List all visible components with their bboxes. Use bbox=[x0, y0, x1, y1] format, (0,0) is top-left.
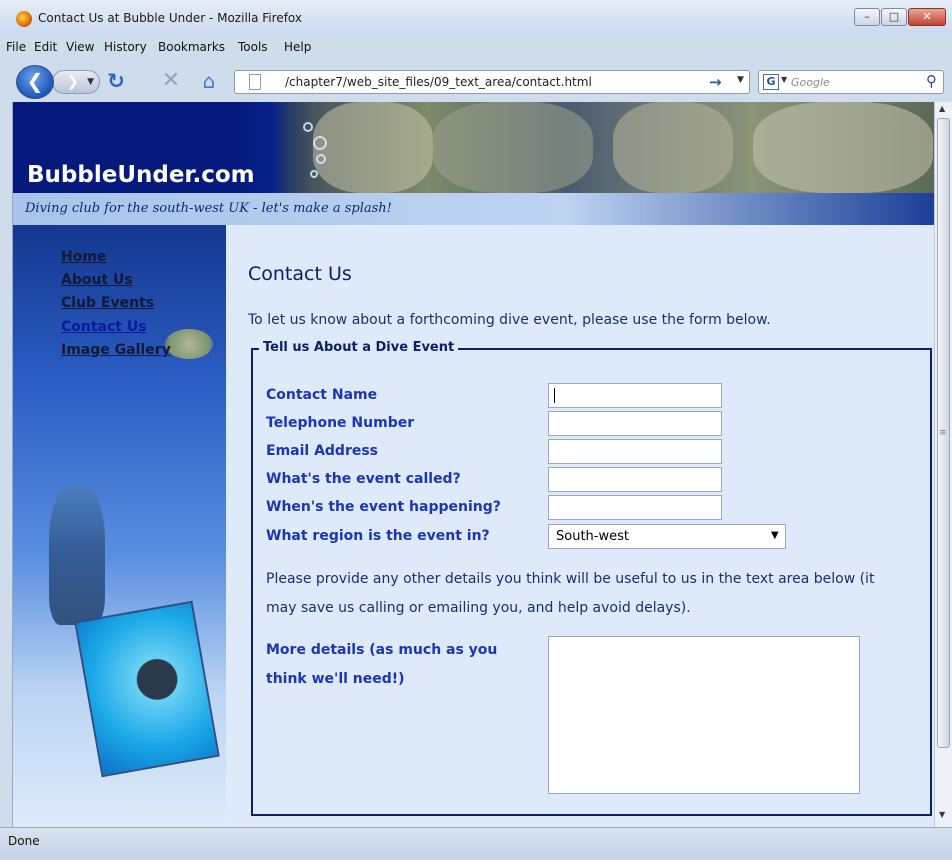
search-bar[interactable]: G ▼ Google ⚲ bbox=[758, 70, 944, 94]
page-viewport: BubbleUnder.com Diving club for the sout… bbox=[12, 102, 934, 827]
text-caret bbox=[554, 388, 555, 403]
maximize-button[interactable]: □ bbox=[881, 8, 907, 26]
google-engine-icon[interactable]: G bbox=[763, 74, 779, 90]
scroll-up-arrow-icon[interactable]: ▲ bbox=[939, 104, 945, 113]
url-history-dropdown-icon[interactable]: ▼ bbox=[737, 75, 744, 85]
main-content: Contact Us To let us know about a forthc… bbox=[226, 225, 934, 827]
status-text: Done bbox=[8, 834, 40, 848]
event-date-label: When's the event happening? bbox=[266, 499, 501, 515]
url-text[interactable]: /chapter7/web_site_files/09_text_area/co… bbox=[285, 75, 592, 89]
menu-tools[interactable]: Tools bbox=[238, 40, 268, 54]
event-name-input[interactable] bbox=[548, 467, 722, 492]
coral-image bbox=[753, 102, 933, 193]
more-details-label: More details (as much as you think we'll… bbox=[266, 642, 498, 687]
event-date-input[interactable] bbox=[548, 495, 722, 520]
page-icon bbox=[249, 74, 261, 90]
menu-history[interactable]: History bbox=[104, 40, 147, 54]
contact-name-input[interactable] bbox=[548, 383, 722, 408]
menu-help[interactable]: Help bbox=[284, 40, 311, 54]
contact-name-label: Contact Name bbox=[266, 387, 378, 403]
bubble-decoration bbox=[310, 170, 318, 178]
address-bar[interactable]: /chapter7/web_site_files/09_text_area/co… bbox=[234, 70, 750, 94]
reload-icon[interactable]: ↻ bbox=[104, 70, 128, 94]
page-title: Contact Us bbox=[248, 263, 352, 285]
vertical-scrollbar[interactable]: ▲ ≡ ▼ bbox=[934, 102, 952, 827]
menu-bookmarks[interactable]: Bookmarks bbox=[158, 40, 225, 54]
telephone-input[interactable] bbox=[548, 411, 722, 436]
status-bar: Done bbox=[0, 827, 952, 860]
nav-link-club-events[interactable]: Club Events bbox=[61, 295, 154, 311]
menu-edit[interactable]: Edit bbox=[34, 40, 57, 54]
bubble-decoration bbox=[316, 154, 326, 164]
region-selected-value: South-west bbox=[556, 529, 629, 544]
home-icon[interactable]: ⌂ bbox=[198, 70, 220, 94]
search-placeholder[interactable]: Google bbox=[791, 76, 830, 89]
more-details-textarea[interactable] bbox=[548, 636, 860, 794]
stop-icon[interactable]: ✕ bbox=[160, 70, 182, 94]
engine-dropdown-icon[interactable]: ▼ bbox=[781, 75, 787, 84]
nav-link-image-gallery[interactable]: Image Gallery bbox=[61, 342, 171, 358]
region-label: What region is the event in? bbox=[266, 528, 490, 544]
bubble-decoration bbox=[303, 122, 313, 132]
sidebar: Home About Us Club Events Contact Us Ima… bbox=[13, 225, 226, 827]
diver-photo bbox=[74, 600, 220, 778]
menu-view[interactable]: View bbox=[66, 40, 94, 54]
chevron-down-icon[interactable]: ▼ bbox=[771, 530, 779, 541]
tagline-text: Diving club for the south-west UK - let'… bbox=[25, 201, 392, 216]
coral-image bbox=[313, 102, 433, 193]
menu-bar: File Edit View History Bookmarks Tools H… bbox=[0, 36, 952, 92]
diver-image bbox=[49, 485, 105, 625]
details-instructions: Please provide any other details you thi… bbox=[266, 571, 875, 616]
fish-image bbox=[165, 329, 213, 359]
firefox-icon bbox=[16, 11, 32, 27]
bubble-decoration bbox=[313, 136, 327, 150]
title-bar: Contact Us at Bubble Under - Mozilla Fir… bbox=[0, 0, 952, 36]
forward-button[interactable]: ❯ ▼ bbox=[52, 70, 100, 94]
window-title: Contact Us at Bubble Under - Mozilla Fir… bbox=[38, 11, 302, 25]
telephone-label: Telephone Number bbox=[266, 415, 415, 431]
menu-file[interactable]: File bbox=[6, 40, 26, 54]
email-input[interactable] bbox=[548, 439, 722, 464]
nav-link-about-us[interactable]: About Us bbox=[61, 272, 133, 288]
email-label: Email Address bbox=[266, 443, 379, 459]
minimize-button[interactable]: – bbox=[854, 8, 880, 26]
close-button[interactable]: ✕ bbox=[908, 8, 946, 26]
back-button[interactable]: ❮ bbox=[16, 65, 54, 99]
site-banner: BubbleUnder.com bbox=[13, 102, 934, 193]
go-arrow-icon[interactable]: → bbox=[709, 73, 722, 91]
event-name-label: What's the event called? bbox=[266, 471, 461, 487]
nav-link-contact-us[interactable]: Contact Us bbox=[61, 319, 147, 335]
browser-window: Contact Us at Bubble Under - Mozilla Fir… bbox=[0, 0, 952, 860]
chevron-down-icon[interactable]: ▼ bbox=[87, 71, 94, 93]
site-tagline: Diving club for the south-west UK - let'… bbox=[13, 193, 934, 225]
scroll-down-arrow-icon[interactable]: ▼ bbox=[939, 810, 945, 819]
nav-link-home[interactable]: Home bbox=[61, 249, 106, 265]
search-icon[interactable]: ⚲ bbox=[926, 72, 937, 90]
region-select[interactable]: South-west ▼ bbox=[548, 524, 786, 549]
coral-image bbox=[613, 102, 733, 193]
coral-image bbox=[433, 102, 593, 193]
scrollbar-grip-icon: ≡ bbox=[939, 428, 947, 438]
site-logo: BubbleUnder.com bbox=[27, 162, 255, 188]
fieldset-legend: Tell us About a Dive Event bbox=[259, 340, 459, 355]
intro-text: To let us know about a forthcoming dive … bbox=[248, 312, 771, 328]
